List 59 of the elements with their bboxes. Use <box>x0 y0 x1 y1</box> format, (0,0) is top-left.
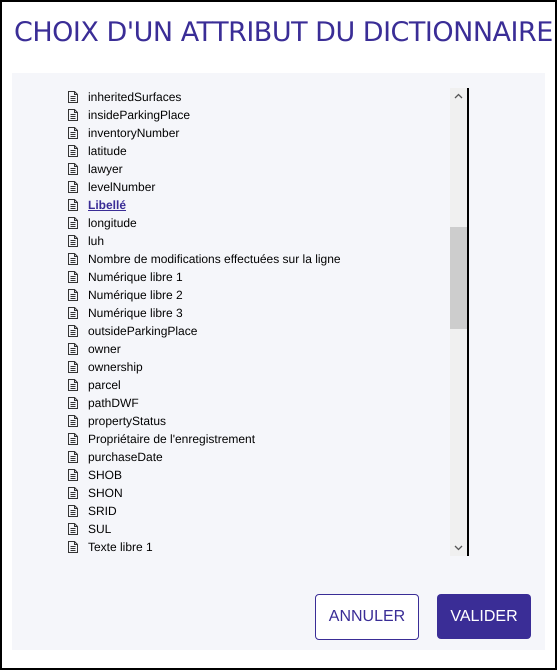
attribute-item[interactable]: pathDWF <box>88 394 139 412</box>
document-icon <box>68 451 78 463</box>
scroll-up-icon[interactable] <box>454 93 463 99</box>
document-icon <box>68 325 78 337</box>
validate-button[interactable]: VALIDER <box>437 594 531 639</box>
document-icon <box>68 433 78 445</box>
scrollbar[interactable] <box>450 88 469 556</box>
document-icon <box>68 91 78 103</box>
document-icon <box>68 235 78 247</box>
scrollbar-thumb[interactable] <box>450 227 467 329</box>
document-icon <box>68 343 78 355</box>
document-icon <box>68 415 78 427</box>
document-icon <box>68 163 78 175</box>
document-icon <box>68 145 78 157</box>
attribute-item[interactable]: levelNumber <box>88 178 156 196</box>
attribute-item[interactable]: ownership <box>88 358 143 376</box>
document-icon <box>68 181 78 193</box>
document-icon <box>68 199 78 211</box>
attribute-item[interactable]: propertyStatus <box>88 412 166 430</box>
document-icon <box>68 505 78 517</box>
attribute-item[interactable]: luh <box>88 232 104 250</box>
attribute-item[interactable]: Numérique libre 3 <box>88 304 183 322</box>
attribute-item[interactable]: inheritedSurfaces <box>88 88 182 106</box>
attribute-item[interactable]: Nombre de modifications effectuées sur la ligne <box>88 250 341 268</box>
attribute-item[interactable]: inventoryNumber <box>88 124 180 142</box>
attribute-item[interactable]: Texte libre 1 <box>88 538 153 556</box>
document-icon <box>68 523 78 535</box>
document-icon <box>68 271 78 283</box>
document-icon <box>68 127 78 139</box>
dialog-title: CHOIX D'UN ATTRIBUT DU DICTIONNAIRE <box>13 16 554 50</box>
document-icon <box>68 541 78 553</box>
attribute-item[interactable]: Libellé <box>88 196 126 214</box>
document-icon <box>68 253 78 265</box>
attribute-item[interactable]: longitude <box>88 214 137 232</box>
attribute-item[interactable]: Numérique libre 1 <box>88 268 183 286</box>
document-icon <box>68 469 78 481</box>
document-icon <box>68 109 78 121</box>
document-icon <box>68 289 78 301</box>
document-icon <box>68 397 78 409</box>
cancel-button[interactable]: ANNULER <box>315 594 419 640</box>
scroll-down-icon[interactable] <box>454 545 463 551</box>
document-icon <box>68 217 78 229</box>
document-icon <box>68 307 78 319</box>
attribute-item[interactable]: SHOB <box>88 466 122 484</box>
attribute-item[interactable]: latitude <box>88 142 127 160</box>
document-icon <box>68 487 78 499</box>
document-icon <box>68 379 78 391</box>
attribute-item[interactable]: SRID <box>88 502 117 520</box>
attribute-item[interactable]: SHON <box>88 484 123 502</box>
attribute-item[interactable]: SUL <box>88 520 112 538</box>
attribute-item[interactable]: purchaseDate <box>88 448 163 466</box>
document-icon <box>68 361 78 373</box>
attribute-item[interactable]: lawyer <box>88 160 123 178</box>
attribute-item[interactable]: outsideParkingPlace <box>88 322 198 340</box>
attribute-item[interactable]: Numérique libre 2 <box>88 286 183 304</box>
attribute-item[interactable]: Propriétaire de l'enregistrement <box>88 430 256 448</box>
attribute-item[interactable]: parcel <box>88 376 121 394</box>
attribute-item[interactable]: owner <box>88 340 121 358</box>
attribute-item[interactable]: insideParkingPlace <box>88 106 190 124</box>
